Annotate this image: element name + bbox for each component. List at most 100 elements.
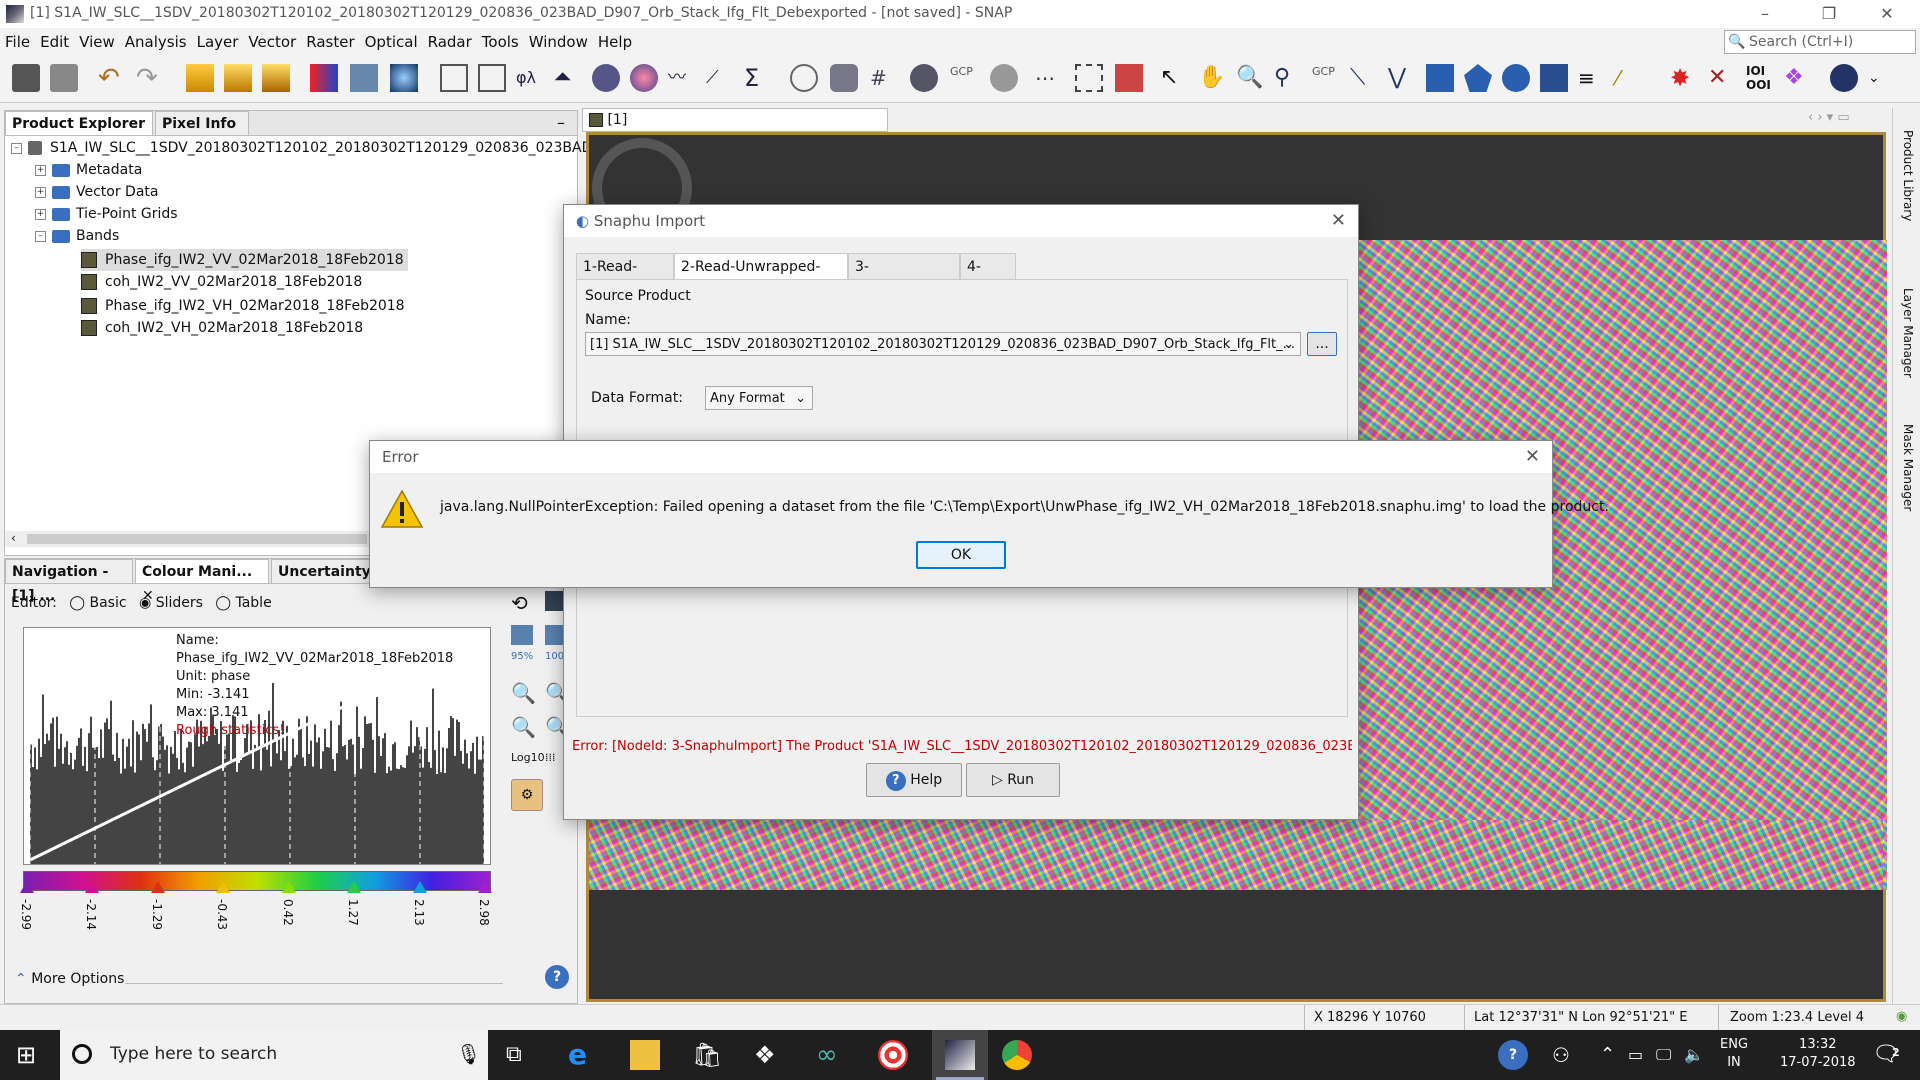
zoom-95-label[interactable]: 95% bbox=[511, 651, 533, 662]
slider-handle[interactable] bbox=[412, 881, 427, 893]
menu-help[interactable]: Help bbox=[593, 28, 637, 56]
tree-tie-point-grids[interactable]: + Tie-Point Grids bbox=[35, 203, 178, 225]
tree-metadata[interactable]: + Metadata bbox=[35, 159, 142, 181]
histogram-icon[interactable] bbox=[350, 64, 378, 92]
radio-basic[interactable]: ◯ Basic bbox=[69, 595, 126, 611]
filter-band-icon[interactable] bbox=[262, 64, 290, 92]
clock[interactable]: 13:32 17-07-2018 bbox=[1780, 1036, 1856, 1072]
menu-window[interactable]: Window bbox=[524, 28, 593, 56]
scroll-left-icon[interactable]: ‹ bbox=[11, 531, 16, 545]
windows-start-icon[interactable]: ⊞ bbox=[16, 1040, 46, 1070]
snap-taskbar-item[interactable] bbox=[932, 1030, 988, 1080]
more-settings-icon[interactable]: ⚙ bbox=[511, 779, 543, 811]
gcp-icon[interactable]: GCP bbox=[950, 64, 978, 92]
chrome-icon[interactable] bbox=[1002, 1040, 1032, 1070]
tab-pixel-info[interactable]: Pixel Info bbox=[155, 111, 249, 135]
sum-icon[interactable]: Σ bbox=[744, 64, 772, 92]
rgb-image-icon[interactable] bbox=[310, 64, 338, 92]
task-view-icon[interactable]: ⧉ bbox=[506, 1040, 536, 1070]
ticks-toggle-icon[interactable]: ⁞⁞⁞ bbox=[545, 751, 556, 764]
slider-value-label[interactable]: 0.42 bbox=[281, 899, 295, 926]
language-indicator[interactable]: ENG IN bbox=[1720, 1036, 1748, 1072]
slider-handle[interactable] bbox=[281, 881, 296, 893]
radio-sliders[interactable]: ◉ Sliders bbox=[139, 595, 203, 611]
plot-icon[interactable]: 〰 bbox=[668, 64, 696, 92]
star-icon[interactable]: ✸ bbox=[1670, 64, 1698, 92]
open-product-icon[interactable] bbox=[12, 64, 40, 92]
slider-handle[interactable] bbox=[347, 881, 362, 893]
histogram[interactable]: Name: Phase_ifg_IW2_VV_02Mar2018_18Feb20… bbox=[23, 627, 491, 865]
measure-icon[interactable]: ≡ bbox=[1578, 64, 1606, 92]
undo-icon[interactable]: ↶ bbox=[98, 64, 126, 92]
radio-table[interactable]: ◯ Table bbox=[215, 595, 271, 611]
tree-band-2[interactable]: coh_IW2_VV_02Mar2018_18Feb2018 bbox=[81, 271, 362, 293]
tile-icon[interactable] bbox=[1115, 64, 1143, 92]
help-button[interactable]: ? Help bbox=[866, 763, 962, 797]
pin-icon[interactable] bbox=[910, 64, 938, 92]
tab-uncertainty[interactable]: Uncertainty Vi bbox=[271, 559, 377, 583]
gcp-tool-icon[interactable]: GCP bbox=[1312, 64, 1340, 92]
profile-plot-icon[interactable] bbox=[440, 64, 468, 92]
tab-read-unwrapped-phase[interactable]: 2-Read-Unwrapped-Phase bbox=[674, 253, 848, 301]
tray-chevron-up-icon[interactable]: ⌃ bbox=[1600, 1040, 1630, 1070]
slider-handle[interactable] bbox=[85, 881, 100, 893]
scrollbar-thumb[interactable] bbox=[27, 534, 367, 544]
volume-icon[interactable]: 🔈 bbox=[1684, 1040, 1714, 1070]
edge-icon[interactable]: e bbox=[568, 1040, 598, 1070]
tree-root[interactable]: – S1A_IW_SLC__1SDV_20180302T120102_201803… bbox=[11, 137, 644, 159]
pin-tool-icon[interactable]: ⚲ bbox=[1274, 64, 1302, 92]
menu-radar[interactable]: Radar bbox=[423, 28, 477, 56]
menu-layer[interactable]: Layer bbox=[192, 28, 244, 56]
tab-write[interactable]: 4-Write bbox=[960, 253, 1016, 301]
ok-button[interactable]: OK bbox=[916, 541, 1006, 569]
browse-button[interactable]: ... bbox=[1307, 332, 1337, 356]
slider-value-label[interactable]: 2.13 bbox=[412, 899, 426, 926]
close-window-button[interactable]: ✕ bbox=[1864, 0, 1910, 28]
slider-handle[interactable] bbox=[216, 881, 231, 893]
pan-tool-icon[interactable]: ✋ bbox=[1198, 64, 1226, 92]
band-maths-icon[interactable] bbox=[186, 64, 214, 92]
save-product-icon[interactable] bbox=[50, 64, 78, 92]
help-icon[interactable]: ? bbox=[545, 965, 569, 989]
tree-band-3[interactable]: Phase_ifg_IW2_VH_02Mar2018_18Feb2018 bbox=[81, 295, 405, 317]
menu-tools[interactable]: Tools bbox=[477, 28, 524, 56]
store-icon[interactable]: 🛍 bbox=[692, 1040, 722, 1070]
microphone-icon[interactable]: 🎙 bbox=[456, 1042, 481, 1066]
people-icon[interactable]: ⚇ bbox=[1552, 1040, 1582, 1070]
reset-icon[interactable]: ⟲ bbox=[511, 591, 528, 615]
overlay-icon[interactable] bbox=[990, 64, 1018, 92]
open-table-icon[interactable] bbox=[511, 625, 533, 645]
menu-view[interactable]: View bbox=[74, 28, 120, 56]
file-explorer-icon[interactable] bbox=[630, 1040, 660, 1070]
menu-edit[interactable]: Edit bbox=[35, 28, 74, 56]
search-input[interactable]: 🔍 Search (Ctrl+I) bbox=[1724, 30, 1916, 54]
menu-file[interactable]: File bbox=[0, 28, 35, 56]
run-button[interactable]: ▷ Run bbox=[966, 763, 1060, 797]
network-icon[interactable]: 🖵 bbox=[1656, 1040, 1686, 1070]
tree-band-4[interactable]: coh_IW2_VH_02Mar2018_18Feb2018 bbox=[81, 317, 363, 339]
data-format-select[interactable]: Any Format ⌄ bbox=[705, 386, 813, 410]
layers-icon[interactable] bbox=[830, 64, 858, 92]
zoom-in-horizontal-icon[interactable]: 🔍 bbox=[511, 681, 536, 705]
menu-vector[interactable]: Vector bbox=[243, 28, 301, 56]
globe-icon[interactable] bbox=[790, 64, 818, 92]
slider-value-label[interactable]: -1.29 bbox=[150, 899, 164, 930]
memory-icon[interactable]: ◉ bbox=[1896, 1009, 1907, 1024]
import-icon[interactable] bbox=[545, 591, 565, 611]
statistics-icon[interactable]: ⏶ bbox=[554, 64, 582, 92]
tree-bands[interactable]: – Bands bbox=[35, 225, 119, 247]
cross-icon[interactable]: ✕ bbox=[1708, 64, 1736, 92]
edit-icon[interactable] bbox=[478, 64, 506, 92]
slider-handle[interactable] bbox=[20, 881, 34, 893]
graticule-icon[interactable]: # bbox=[870, 64, 898, 92]
zoom-tool-icon[interactable]: 🔍 bbox=[1236, 64, 1264, 92]
slider-handle[interactable] bbox=[478, 881, 492, 893]
minimize-panel-icon[interactable]: – bbox=[557, 113, 565, 132]
error-close-button[interactable]: ✕ bbox=[1525, 441, 1540, 473]
select-tool-icon[interactable]: ↖ bbox=[1160, 64, 1188, 92]
toolbar-overflow-icon[interactable]: ⌄ bbox=[1868, 64, 1896, 92]
geocoding-icon[interactable] bbox=[630, 64, 658, 92]
mask-manager-tab[interactable]: Mask Manager bbox=[1901, 424, 1915, 511]
dropbox-icon[interactable]: ❖ bbox=[754, 1040, 784, 1070]
ellipse-tool-icon[interactable] bbox=[1502, 64, 1530, 92]
